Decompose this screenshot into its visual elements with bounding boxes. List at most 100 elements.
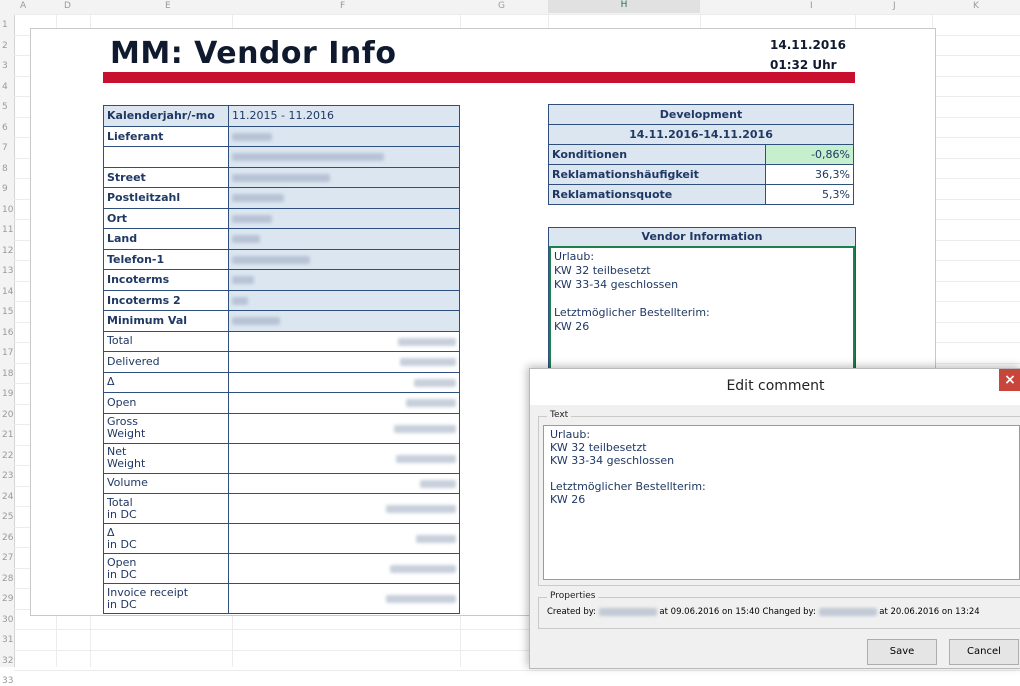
field-label[interactable]: Telefon-1 xyxy=(103,248,229,270)
row-header[interactable]: 2 xyxy=(2,41,8,51)
konditionen-label[interactable]: Konditionen xyxy=(548,144,766,165)
row-header[interactable]: 33 xyxy=(2,676,13,686)
reklamationshaeufigkeit-value[interactable]: 36,3% xyxy=(765,164,854,185)
field-label[interactable] xyxy=(103,146,229,168)
konditionen-value[interactable]: -0,86% xyxy=(765,144,854,165)
row-header[interactable]: 19 xyxy=(2,389,13,399)
row-header[interactable]: 27 xyxy=(2,553,13,563)
metric-label[interactable]: Δin DC xyxy=(103,523,229,554)
row-header[interactable]: 4 xyxy=(2,82,8,92)
field-label[interactable]: Lieferant xyxy=(103,125,229,147)
metric-label[interactable]: Gross Weight xyxy=(103,412,229,444)
metric-value[interactable] xyxy=(228,472,460,494)
column-header-j[interactable]: J xyxy=(893,1,896,11)
metric-label[interactable]: Net Weight xyxy=(103,442,229,474)
row-header[interactable]: 20 xyxy=(2,410,13,420)
field-value[interactable] xyxy=(228,166,460,188)
row-header[interactable]: 18 xyxy=(2,369,13,379)
metric-label[interactable]: Volume xyxy=(103,472,229,494)
row-header[interactable]: 25 xyxy=(2,512,13,522)
row-header[interactable]: 6 xyxy=(2,123,8,133)
field-value[interactable] xyxy=(228,228,460,250)
field-label[interactable]: Incoterms 2 xyxy=(103,289,229,311)
row-header[interactable]: 14 xyxy=(2,287,13,297)
development-period[interactable]: 14.11.2016-14.11.2016 xyxy=(548,124,854,145)
field-value[interactable] xyxy=(228,289,460,311)
row-header[interactable]: 3 xyxy=(2,61,8,71)
row-header[interactable]: 24 xyxy=(2,492,13,502)
metric-label[interactable]: Total xyxy=(103,330,229,352)
column-header-h[interactable]: H xyxy=(548,0,700,13)
row-header[interactable]: 30 xyxy=(2,615,13,625)
row-header[interactable]: 32 xyxy=(2,656,13,666)
reklamationsquote-label[interactable]: Reklamationsquote xyxy=(548,184,766,205)
field-value[interactable] xyxy=(228,248,460,270)
cancel-button[interactable]: Cancel xyxy=(949,639,1019,665)
row-header[interactable]: 12 xyxy=(2,246,13,256)
metric-value[interactable] xyxy=(228,412,460,444)
field-value[interactable] xyxy=(228,207,460,229)
row-header[interactable]: 10 xyxy=(2,205,13,215)
row-header[interactable]: 8 xyxy=(2,164,8,174)
reklamationshaeufigkeit-label[interactable]: Reklamationshäufigkeit xyxy=(548,164,766,185)
row-header[interactable]: 15 xyxy=(2,307,13,317)
field-label[interactable]: Street xyxy=(103,166,229,188)
save-button[interactable]: Save xyxy=(867,639,937,665)
period-value[interactable]: 11.2015 - 11.2016 xyxy=(228,105,460,127)
row-header[interactable]: 7 xyxy=(2,143,8,153)
metric-value[interactable] xyxy=(228,493,460,524)
field-label[interactable]: Minimum Val xyxy=(103,310,229,332)
field-label[interactable]: Land xyxy=(103,228,229,250)
row-header[interactable]: 1 xyxy=(2,20,8,30)
row-header[interactable]: 17 xyxy=(2,348,13,358)
metric-label[interactable]: Delivered xyxy=(103,351,229,373)
dialog-titlebar[interactable]: Edit comment × xyxy=(530,369,1020,405)
row-header[interactable]: 28 xyxy=(2,574,13,584)
column-header-i[interactable]: I xyxy=(810,1,813,11)
column-header-g[interactable]: G xyxy=(498,1,505,11)
metric-label[interactable]: Open in DC xyxy=(103,553,229,584)
metric-label[interactable]: Total in DC xyxy=(103,493,229,524)
row-header[interactable]: 31 xyxy=(2,635,13,645)
row-header[interactable]: 26 xyxy=(2,533,13,543)
vendor-information-comment[interactable]: Urlaub: KW 32 teilbesetzt KW 33-34 gesch… xyxy=(549,248,855,373)
row-header[interactable]: 22 xyxy=(2,451,13,461)
row-header[interactable]: 16 xyxy=(2,328,13,338)
metric-value[interactable] xyxy=(228,371,460,393)
metric-label[interactable]: Open xyxy=(103,392,229,414)
column-header-f[interactable]: F xyxy=(340,1,345,11)
column-header-a[interactable]: A xyxy=(20,1,26,11)
metric-value[interactable] xyxy=(228,351,460,373)
row-header[interactable]: 23 xyxy=(2,471,13,481)
metric-label[interactable]: Invoice receipt in DC xyxy=(103,583,229,614)
metric-value[interactable] xyxy=(228,330,460,352)
vendor-information-box[interactable]: Vendor Information Urlaub: KW 32 teilbes… xyxy=(548,227,856,373)
metric-value[interactable] xyxy=(228,583,460,614)
column-header-k[interactable]: K xyxy=(973,1,979,11)
development-title[interactable]: Development xyxy=(548,104,854,125)
field-value[interactable] xyxy=(228,310,460,332)
row-header[interactable]: 9 xyxy=(2,184,8,194)
close-icon[interactable]: × xyxy=(999,369,1020,391)
metric-label[interactable]: Δ xyxy=(103,371,229,393)
row-header[interactable]: 21 xyxy=(2,430,13,440)
row-header[interactable]: 29 xyxy=(2,594,13,604)
metric-value[interactable] xyxy=(228,523,460,554)
metric-value[interactable] xyxy=(228,553,460,584)
field-label[interactable]: Ort xyxy=(103,207,229,229)
field-value[interactable] xyxy=(228,269,460,291)
row-header[interactable]: 5 xyxy=(2,102,8,112)
column-header-e[interactable]: E xyxy=(165,1,171,11)
field-label[interactable]: Incoterms xyxy=(103,269,229,291)
field-value[interactable] xyxy=(228,187,460,209)
metric-value[interactable] xyxy=(228,392,460,414)
row-header[interactable]: 11 xyxy=(2,225,13,235)
reklamationsquote-value[interactable]: 5,3% xyxy=(765,184,854,205)
metric-value[interactable] xyxy=(228,442,460,474)
row-header[interactable]: 13 xyxy=(2,266,13,276)
field-value[interactable] xyxy=(228,125,460,147)
period-label[interactable]: Kalenderjahr/-mo xyxy=(103,105,229,127)
column-header-d[interactable]: D xyxy=(64,1,71,11)
comment-textarea[interactable]: Urlaub: KW 32 teilbesetzt KW 33-34 gesch… xyxy=(543,425,1020,580)
field-value[interactable] xyxy=(228,146,460,168)
